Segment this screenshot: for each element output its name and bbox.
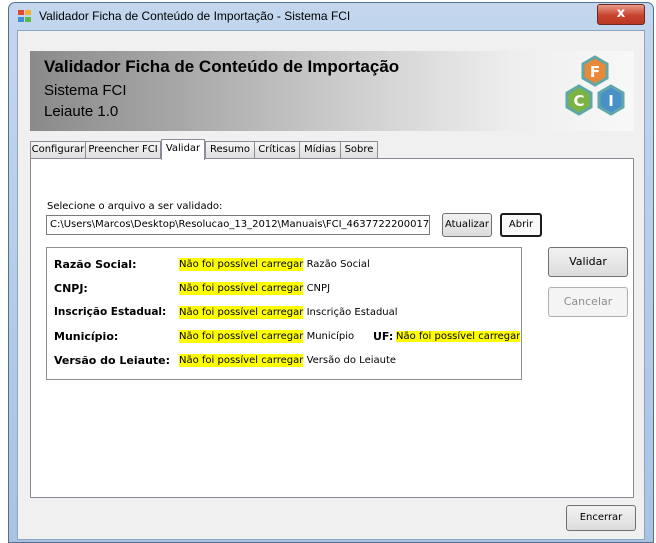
logo-letter-f: F (590, 63, 600, 81)
municipio-label: Município: (54, 330, 119, 343)
versao-suffix: Versão do Leiaute (303, 355, 397, 366)
inscricao-value: Não foi possível carregar Inscrição Esta… (179, 306, 398, 319)
tab-midias[interactable]: Mídias (299, 141, 341, 158)
header-title: Validador Ficha de Conteúdo de Importaçã… (44, 57, 400, 76)
municipio-suffix: Município (303, 331, 355, 342)
validate-button[interactable]: Validar (548, 247, 628, 277)
uf-value: Não foi possível carregar UF (396, 331, 520, 342)
tab-validar[interactable]: Validar (161, 139, 205, 160)
validar-panel: Selecione o arquivo a ser validado: C:\U… (30, 158, 634, 498)
client-area: Validador Ficha de Conteúdo de Importaçã… (17, 30, 645, 540)
file-select-label: Selecione o arquivo a ser validado: (47, 201, 223, 212)
cancel-button[interactable]: Cancelar (548, 287, 628, 317)
inscricao-suffix: Inscrição Estadual (303, 307, 398, 318)
versao-value: Não foi possível carregar Versão do Leia… (179, 354, 397, 367)
close-window-button[interactable]: x (597, 4, 645, 25)
versao-label: Versão do Leiaute: (54, 354, 171, 367)
uf-highlight: Não foi possível carregar (396, 331, 520, 342)
municipio-highlight: Não foi possível carregar (179, 330, 304, 343)
close-app-button[interactable]: Encerrar (566, 505, 636, 531)
logo-letter-i: I (608, 92, 614, 110)
app-window: Validador Ficha de Conteúdo de Importaçã… (8, 2, 654, 543)
tab-resumo[interactable]: Resumo (205, 141, 255, 158)
window-title: Validador Ficha de Conteúdo de Importaçã… (39, 9, 351, 23)
tab-criticas[interactable]: Críticas (254, 141, 300, 158)
update-button[interactable]: Atualizar (442, 213, 492, 237)
razao-social-suffix: Razão Social (303, 259, 370, 270)
file-path-field[interactable]: C:\Users\Marcos\Desktop\Resolucao_13_201… (46, 215, 430, 235)
title-bar[interactable]: Validador Ficha de Conteúdo de Importaçã… (9, 3, 653, 29)
tab-configurar[interactable]: Configurar (30, 141, 86, 158)
inscricao-highlight: Não foi possível carregar (179, 306, 304, 319)
header-subtitle: Sistema FCI (44, 82, 127, 99)
logo-letter-c: C (573, 92, 584, 110)
header-banner: Validador Ficha de Conteúdo de Importaçã… (30, 51, 634, 131)
inscricao-label: Inscrição Estadual: (54, 306, 167, 318)
cnpj-label: CNPJ: (54, 282, 88, 295)
razao-social-value: Não foi possível carregar Razão Social (179, 258, 370, 271)
app-icon (18, 10, 32, 22)
company-info-box: Razão Social: Não foi possível carregar … (46, 247, 522, 380)
tab-preencher-fci[interactable]: Preencher FCI (85, 141, 161, 158)
cnpj-suffix: CNPJ (303, 283, 331, 294)
fci-logo: F C I (565, 55, 625, 116)
open-button[interactable]: Abrir (500, 213, 542, 237)
uf-label: UF: (373, 330, 394, 343)
header-version: Leiaute 1.0 (44, 103, 119, 120)
municipio-value: Não foi possível carregar Município (179, 330, 355, 343)
tab-sobre[interactable]: Sobre (340, 141, 378, 158)
versao-highlight: Não foi possível carregar (179, 354, 304, 367)
razao-social-highlight: Não foi possível carregar (179, 258, 304, 271)
cnpj-highlight: Não foi possível carregar (179, 282, 304, 295)
razao-social-label: Razão Social: (54, 258, 137, 271)
cnpj-value: Não foi possível carregar CNPJ (179, 282, 331, 295)
